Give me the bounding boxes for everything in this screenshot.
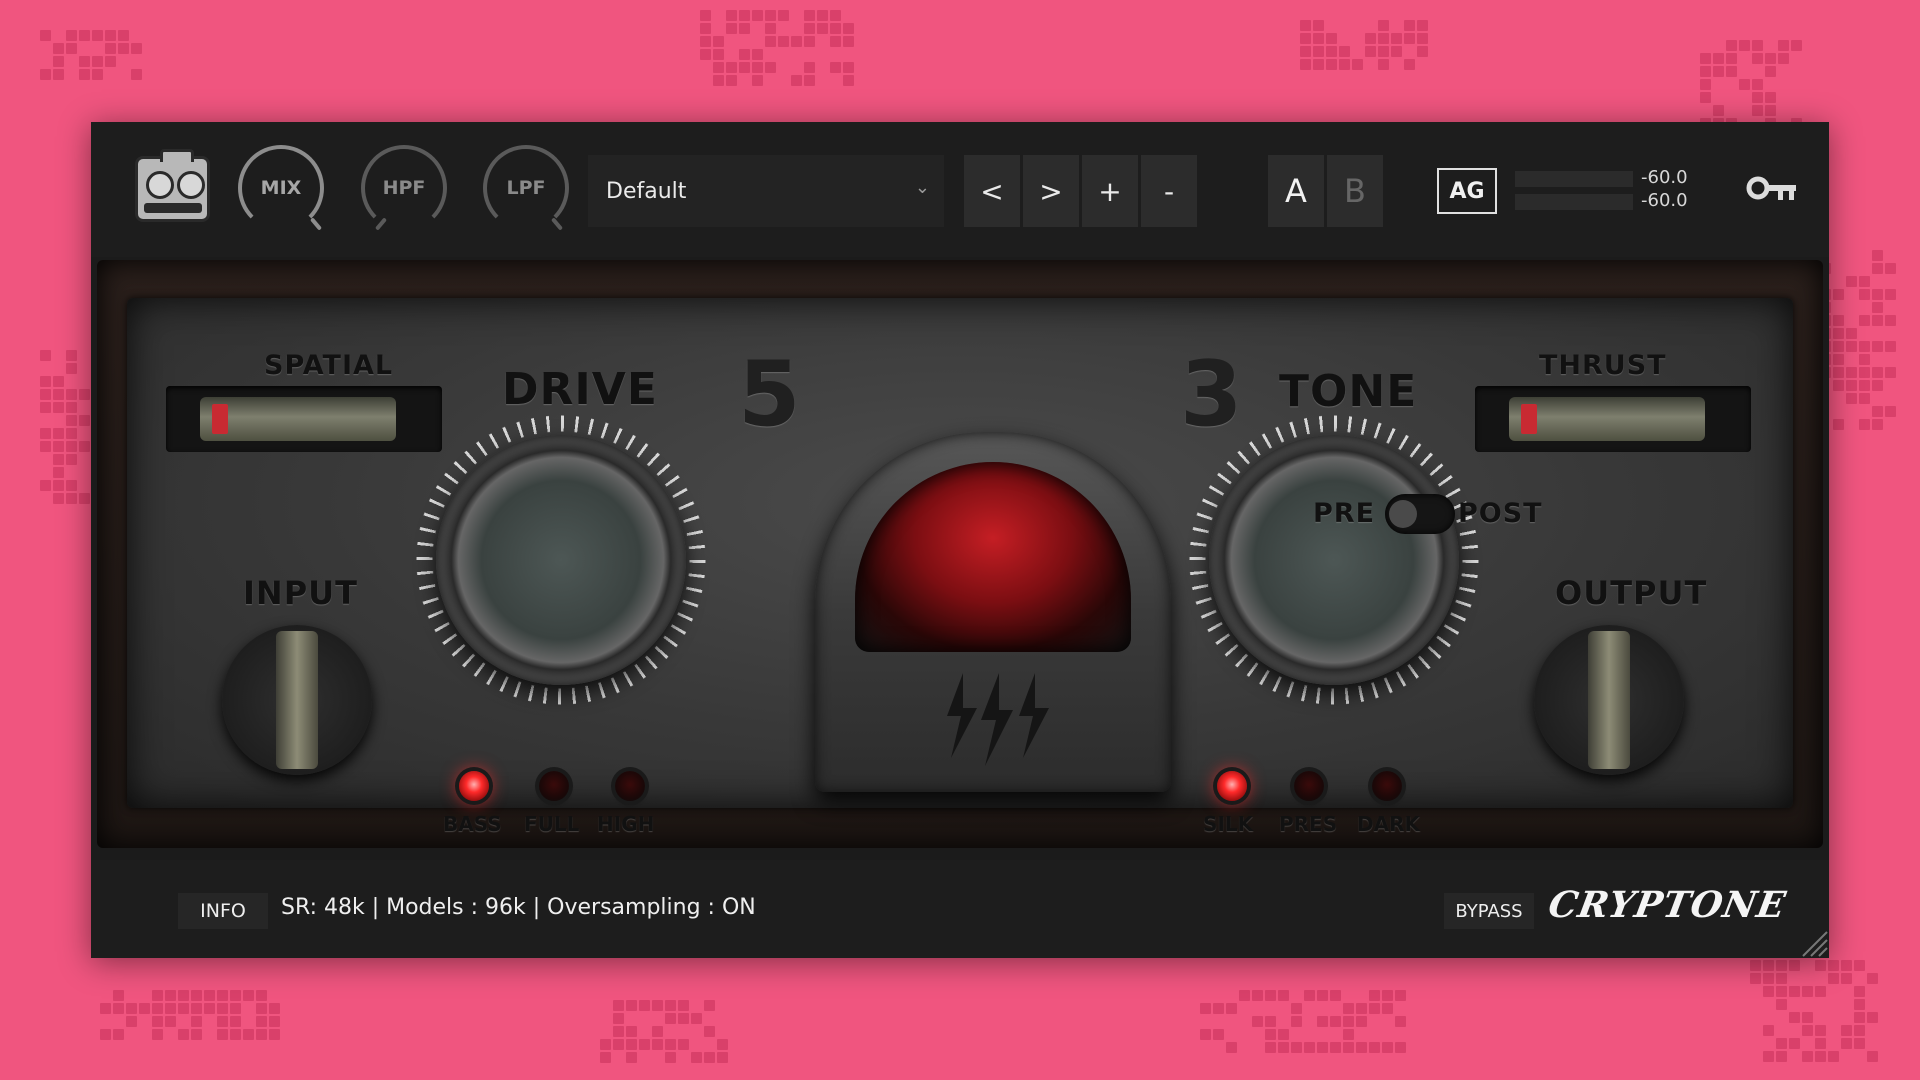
bass-led-button[interactable] — [459, 771, 489, 801]
thrust-label: THRUST — [1539, 350, 1667, 381]
plugin-window: MIX HPF LPF Default ⌄ < > + - A B AG -60… — [91, 122, 1829, 958]
key-icon[interactable] — [1746, 174, 1798, 204]
tube-window — [815, 432, 1171, 792]
input-knob[interactable] — [222, 625, 372, 775]
mix-knob[interactable]: MIX — [238, 145, 324, 231]
thrust-slider[interactable] — [1475, 386, 1751, 452]
prev-preset-button[interactable]: < — [964, 155, 1020, 227]
full-label: FULL — [524, 812, 580, 836]
dark-label: DARK — [1357, 812, 1420, 836]
mix-knob-label: MIX — [260, 177, 302, 199]
chevron-down-icon: ⌄ — [914, 177, 930, 198]
pres-label: PRES — [1279, 812, 1338, 836]
add-label: + — [1098, 174, 1122, 208]
tape-recorder-icon[interactable] — [135, 149, 210, 222]
ab-a-label: A — [1285, 172, 1307, 210]
silk-led-button[interactable] — [1217, 771, 1247, 801]
next-preset-button[interactable]: > — [1023, 155, 1079, 227]
meter-left-bar — [1515, 171, 1633, 187]
ab-b-label: B — [1344, 172, 1366, 210]
post-label: POST — [1458, 498, 1543, 529]
remove-label: - — [1163, 174, 1175, 208]
spatial-label: SPATIAL — [264, 350, 394, 381]
high-label: HIGH — [597, 812, 655, 836]
meter-left-value: -60.0 — [1641, 167, 1688, 188]
drive-label: DRIVE — [502, 364, 658, 415]
prev-label: < — [980, 174, 1004, 208]
hpf-knob-label: HPF — [382, 177, 426, 199]
pres-led-button[interactable] — [1294, 771, 1324, 801]
preset-dropdown[interactable]: Default ⌄ — [588, 155, 944, 227]
silk-label: SILK — [1203, 812, 1254, 836]
tube-glow — [855, 462, 1131, 652]
digit-right: 3 — [1180, 342, 1244, 447]
status-text: SR: 48k | Models : 96k | Oversampling : … — [281, 895, 756, 920]
ab-b-button[interactable]: B — [1327, 155, 1383, 227]
bypass-label: BYPASS — [1455, 900, 1523, 922]
dark-led-button[interactable] — [1372, 771, 1402, 801]
input-label: INPUT — [243, 574, 358, 612]
output-knob[interactable] — [1534, 625, 1684, 775]
drive-knob[interactable] — [436, 435, 686, 685]
thrust-indicator — [1521, 404, 1537, 434]
ag-label: AG — [1449, 178, 1485, 204]
amp-faceplate: SPATIAL THRUST DRIVE TONE 5 3 PRE POST I… — [97, 260, 1823, 848]
add-preset-button[interactable]: + — [1082, 155, 1138, 227]
full-led-button[interactable] — [539, 771, 569, 801]
pre-post-toggle[interactable] — [1385, 494, 1455, 534]
amp-panel: SPATIAL THRUST DRIVE TONE 5 3 PRE POST I… — [127, 298, 1793, 836]
high-led-button[interactable] — [615, 771, 645, 801]
spatial-indicator — [212, 404, 228, 434]
meter-right-bar — [1515, 194, 1633, 210]
lpf-knob-label: LPF — [506, 177, 546, 199]
meter-right-value: -60.0 — [1641, 190, 1688, 211]
brand-logo: CRYPTONE — [1545, 884, 1790, 926]
info-button[interactable]: INFO — [178, 893, 268, 929]
footer-bar: INFO SR: 48k | Models : 96k | Oversampli… — [91, 860, 1829, 958]
preset-name: Default — [606, 178, 687, 204]
tone-knob[interactable] — [1209, 435, 1459, 685]
resize-handle-icon[interactable] — [1797, 926, 1829, 958]
auto-gain-button[interactable]: AG — [1437, 168, 1497, 214]
output-label: OUTPUT — [1555, 574, 1708, 612]
info-label: INFO — [200, 900, 246, 922]
ab-a-button[interactable]: A — [1268, 155, 1324, 227]
bass-label: BASS — [443, 812, 502, 836]
digit-left: 5 — [738, 342, 802, 447]
tone-label: TONE — [1279, 366, 1418, 417]
next-label: > — [1039, 174, 1063, 208]
hpf-knob[interactable]: HPF — [361, 145, 447, 231]
lpf-knob[interactable]: LPF — [483, 145, 569, 231]
spatial-slider[interactable] — [166, 386, 442, 452]
header-bar: MIX HPF LPF Default ⌄ < > + - A B AG -60… — [91, 122, 1829, 257]
bypass-button[interactable]: BYPASS — [1444, 893, 1534, 929]
remove-preset-button[interactable]: - — [1141, 155, 1197, 227]
pre-label: PRE — [1313, 498, 1376, 529]
lightning-bolt-icon — [947, 673, 1049, 766]
